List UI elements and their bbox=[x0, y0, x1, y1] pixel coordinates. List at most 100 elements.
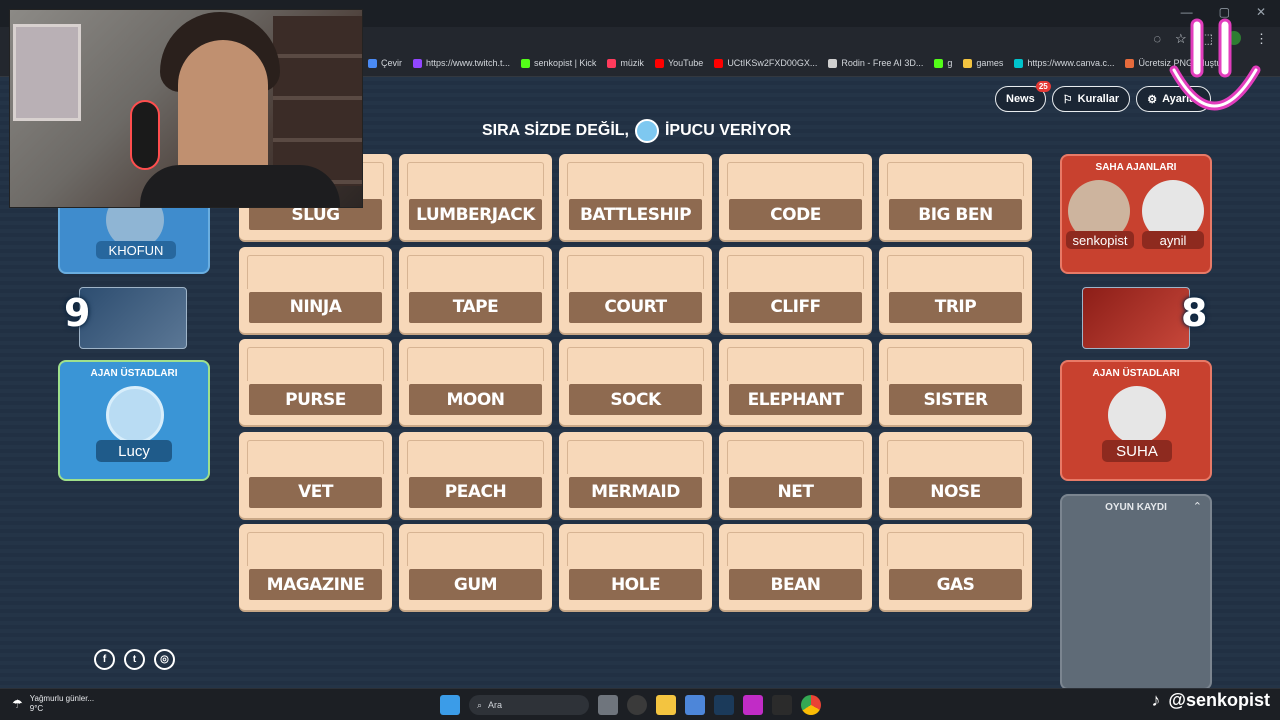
app-icon[interactable] bbox=[743, 695, 763, 715]
word-card[interactable]: TRIP bbox=[879, 246, 1032, 333]
player-tag[interactable]: SUHA bbox=[1102, 440, 1172, 462]
taskbar-search[interactable]: ⌕ Ara bbox=[469, 695, 589, 715]
word-card[interactable]: TAPE bbox=[399, 246, 552, 333]
card-frame bbox=[727, 347, 864, 381]
bookmark-item[interactable]: games bbox=[963, 58, 1003, 68]
eye-off-icon[interactable]: ◌ bbox=[1153, 31, 1161, 47]
card-frame bbox=[407, 532, 544, 566]
folder-icon bbox=[963, 58, 973, 68]
facebook-icon[interactable]: f bbox=[94, 649, 115, 670]
word-card[interactable]: MAGAZINE bbox=[239, 524, 392, 610]
instagram-icon[interactable]: ◎ bbox=[154, 649, 175, 670]
search-placeholder: Ara bbox=[488, 700, 503, 710]
word-card[interactable]: BEAN bbox=[719, 524, 872, 610]
card-frame bbox=[887, 532, 1024, 566]
chrome-icon[interactable] bbox=[801, 695, 821, 715]
file-explorer-icon[interactable] bbox=[656, 695, 676, 715]
card-word: COURT bbox=[569, 291, 702, 323]
bookmark-item[interactable]: https://www.canva.c... bbox=[1014, 58, 1114, 68]
word-card[interactable]: ELEPHANT bbox=[719, 339, 872, 425]
bookmark-label: g bbox=[947, 58, 953, 68]
turn-status: SIRA SİZDE DEĞİL, İPUCU VERİYOR bbox=[482, 119, 791, 143]
bookmark-item[interactable]: UCtIKSw2FXD00GX... bbox=[714, 58, 817, 68]
shelf bbox=[273, 16, 362, 186]
player-tag[interactable]: KHOFUN bbox=[96, 241, 176, 259]
card-frame bbox=[887, 254, 1024, 289]
weather-temp: 9°C bbox=[29, 704, 44, 713]
gear-icon: ⚙ bbox=[1147, 93, 1158, 106]
word-card[interactable]: BATTLESHIP bbox=[559, 154, 712, 240]
word-board: SLUG LUMBERJACK BATTLESHIP CODE BIG BEN NINJA… bbox=[239, 154, 1033, 610]
player-tag[interactable]: aynil bbox=[1142, 231, 1204, 249]
word-card[interactable]: COURT bbox=[559, 246, 712, 333]
word-card[interactable]: BIG BEN bbox=[879, 154, 1032, 240]
card-frame bbox=[407, 254, 544, 289]
obs-icon[interactable] bbox=[627, 695, 647, 715]
word-card[interactable]: HOLE bbox=[559, 524, 712, 610]
taskbar: ☂ Yağmurlu günler... 9°C ⌕ Ara bbox=[0, 688, 1280, 720]
word-card[interactable]: NINJA bbox=[239, 246, 392, 333]
bookmark-item[interactable]: Çevir bbox=[368, 58, 402, 68]
word-card[interactable]: NOSE bbox=[879, 431, 1032, 518]
word-card[interactable]: MOON bbox=[399, 339, 552, 425]
card-word: ELEPHANT bbox=[729, 384, 862, 415]
bookmark-item[interactable]: g bbox=[934, 58, 952, 68]
store-icon[interactable] bbox=[685, 695, 705, 715]
chevron-up-icon[interactable]: ⌃ bbox=[1193, 500, 1202, 513]
bookmark-item[interactable]: müzik bbox=[607, 58, 644, 68]
spymaster-avatar bbox=[106, 386, 164, 444]
team-title: AJAN ÜSTADLARI bbox=[1092, 368, 1180, 379]
card-word: NINJA bbox=[249, 291, 382, 323]
search-icon: ⌕ bbox=[477, 699, 483, 710]
word-card[interactable]: VET bbox=[239, 431, 392, 518]
youtube-icon bbox=[714, 58, 724, 68]
card-word: GAS bbox=[889, 569, 1022, 600]
bookmark-item[interactable]: https://www.twitch.t... bbox=[413, 58, 510, 68]
card-word: PURSE bbox=[249, 384, 382, 415]
steam-icon[interactable] bbox=[714, 695, 734, 715]
word-card[interactable]: NET bbox=[719, 431, 872, 518]
blue-operatives-panel: KHOFUN bbox=[58, 197, 210, 274]
bookmark-label: https://www.twitch.t... bbox=[426, 58, 511, 68]
news-label: News bbox=[1006, 93, 1035, 105]
game-log-panel: OYUN KAYDI ⌃ bbox=[1060, 494, 1212, 690]
word-card[interactable]: SOCK bbox=[559, 339, 712, 425]
tiktok-handle: @senkopist bbox=[1168, 690, 1270, 710]
twitter-icon[interactable]: t bbox=[124, 649, 145, 670]
red-score-card bbox=[1082, 287, 1190, 349]
rules-button[interactable]: ⚐ Kurallar bbox=[1051, 86, 1131, 112]
social-links: f t ◎ bbox=[94, 649, 175, 670]
task-view-icon[interactable] bbox=[598, 695, 618, 715]
word-card[interactable]: GAS bbox=[879, 524, 1032, 610]
kick-icon bbox=[934, 58, 944, 68]
card-frame bbox=[407, 162, 544, 196]
blue-score-card bbox=[79, 287, 187, 349]
card-frame bbox=[887, 347, 1024, 381]
bookmark-item[interactable]: Rodin - Free AI 3D... bbox=[828, 58, 923, 68]
word-card[interactable]: MERMAID bbox=[559, 431, 712, 518]
windows-start-icon[interactable] bbox=[440, 695, 460, 715]
player-tag[interactable]: senkopist bbox=[1066, 231, 1134, 249]
word-card[interactable]: CLIFF bbox=[719, 246, 872, 333]
card-word: MAGAZINE bbox=[249, 569, 382, 600]
tiktok-icon: ♪ bbox=[1151, 690, 1161, 710]
word-card[interactable]: PURSE bbox=[239, 339, 392, 425]
card-word: CLIFF bbox=[729, 291, 862, 323]
news-button[interactable]: News 25 bbox=[995, 81, 1051, 112]
weather-widget[interactable]: ☂ Yağmurlu günler... 9°C bbox=[12, 694, 94, 714]
epic-games-icon[interactable] bbox=[772, 695, 792, 715]
kick-icon bbox=[521, 58, 531, 68]
word-card[interactable]: LUMBERJACK bbox=[399, 154, 552, 240]
bookmark-item[interactable]: senkopist | Kick bbox=[521, 58, 596, 68]
word-card[interactable]: CODE bbox=[719, 154, 872, 240]
rodin-icon bbox=[828, 58, 838, 68]
word-card[interactable]: SISTER bbox=[879, 339, 1032, 425]
bookmark-item[interactable]: YouTube bbox=[654, 58, 703, 68]
image-icon bbox=[1125, 58, 1135, 68]
player-tag[interactable]: Lucy bbox=[96, 440, 172, 462]
word-card[interactable]: PEACH bbox=[399, 431, 552, 518]
weather-description: Yağmurlu günler... bbox=[29, 694, 95, 703]
card-frame bbox=[567, 347, 704, 381]
word-card[interactable]: GUM bbox=[399, 524, 552, 610]
card-word: MOON bbox=[409, 384, 542, 415]
